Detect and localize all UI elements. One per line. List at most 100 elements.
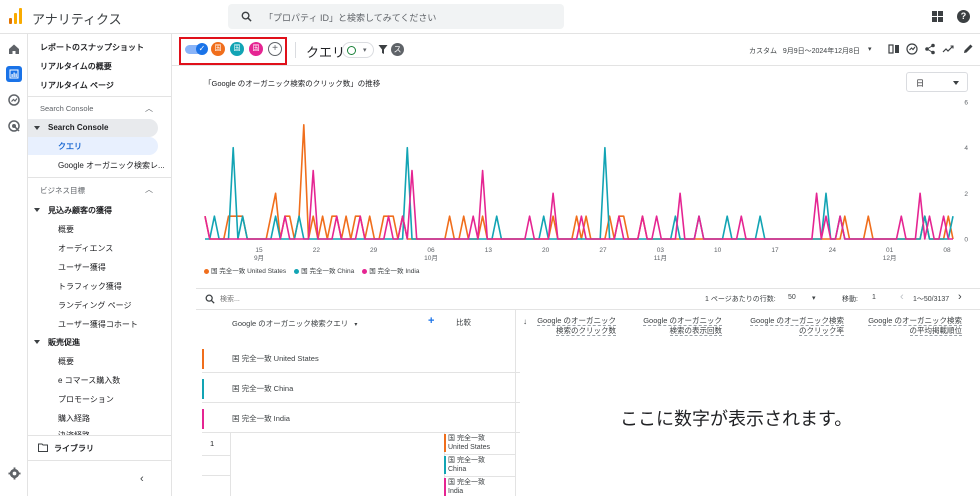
comparison-chip-china[interactable]: 国	[230, 42, 244, 56]
nav-realtime-pages[interactable]: リアルタイム ページ	[40, 80, 114, 91]
sort-descending-icon[interactable]: ↓	[523, 317, 527, 326]
nav-realtime-overview[interactable]: リアルタイムの概要	[40, 61, 112, 72]
x-tick-label: 13	[485, 247, 493, 254]
nav-selected-highlight	[28, 137, 158, 155]
comparison-chip-india[interactable]: 国	[249, 42, 263, 56]
nav-item-acquisition-cohort[interactable]: ユーザー獲得コホート	[58, 319, 138, 330]
nav-item-promotions[interactable]: プロモーション	[58, 394, 114, 405]
data-status-dropdown[interactable]: ▾	[342, 42, 374, 58]
icon-rail	[0, 34, 28, 496]
y-tick-label: 0	[964, 237, 968, 244]
top-bar: アナリティクス 「プロパティ ID」と検索してみてください ?	[0, 0, 980, 34]
search-placeholder: 「プロパティ ID」と検索してみてください	[264, 13, 437, 23]
row-segment-label: 国 完全一致 China	[444, 456, 485, 474]
add-comparison-button[interactable]: +	[268, 42, 282, 56]
search-icon	[241, 11, 252, 22]
granularity-select[interactable]: 日	[906, 72, 968, 92]
segment-color-bar	[202, 349, 204, 369]
add-dimension-button[interactable]: +	[428, 315, 434, 327]
x-tick-label: 06	[427, 247, 435, 254]
chevron-down-icon[interactable]: ▾	[812, 294, 816, 302]
nav-item-ecommerce-purchases[interactable]: e コマース購入数	[58, 375, 120, 386]
edit-pencil-icon[interactable]	[962, 43, 974, 55]
home-icon[interactable]	[6, 41, 22, 57]
nav-group-acquisition[interactable]: 見込み顧客の獲得	[48, 205, 112, 216]
advertising-icon[interactable]	[6, 118, 22, 134]
applied-filter-badge[interactable]: ス	[391, 43, 404, 56]
metric-header-impressions[interactable]: Google のオーガニック 検索の表示回数	[638, 316, 722, 336]
property-search[interactable]: 「プロパティ ID」と検索してみてください	[228, 4, 564, 29]
segment-total-row: 国 完全一致 China	[202, 373, 520, 403]
segment-label: 国 完全一致 United States	[232, 354, 319, 363]
go-to-page-input[interactable]: 1	[872, 294, 876, 301]
dimension-header-label: Google のオーガニック検索クエリ	[232, 319, 349, 328]
settings-gear-icon[interactable]	[8, 467, 21, 480]
apps-grid-icon[interactable]	[932, 11, 943, 22]
nav-item-traffic-acquisition[interactable]: トラフィック獲得	[58, 281, 122, 292]
date-range-prefix: カスタム	[749, 48, 777, 55]
expand-triangle-icon[interactable]	[34, 126, 40, 130]
legend-item[interactable]: 国 完全一致 India	[362, 265, 419, 275]
nav-item-queries[interactable]: クエリ	[58, 141, 82, 152]
nav-item-landing-page[interactable]: ランディング ページ	[58, 300, 132, 311]
nav-section-business[interactable]: ビジネス目標	[40, 185, 85, 196]
trend-icon[interactable]	[942, 43, 954, 55]
check-icon[interactable]: ✓	[196, 43, 208, 55]
expand-triangle-icon[interactable]	[34, 208, 40, 212]
expand-triangle-icon[interactable]	[34, 340, 40, 344]
explore-icon[interactable]	[6, 92, 22, 108]
reports-icon[interactable]	[6, 66, 22, 82]
x-tick-label: 24	[829, 247, 837, 254]
insights-icon[interactable]	[906, 43, 918, 55]
metric-header-clicks[interactable]: Google のオーガニック 検索のクリック数	[532, 316, 616, 336]
nav-item-sales-overview[interactable]: 概要	[58, 356, 74, 367]
rows-per-page-select[interactable]: 50	[788, 294, 796, 301]
next-page-icon[interactable]: ›	[958, 291, 962, 303]
metric-header-avg-position[interactable]: Google のオーガニック検索 の平均掲載順位	[862, 316, 962, 336]
nav-item-acq-overview[interactable]: 概要	[58, 224, 74, 235]
previous-page-icon[interactable]: ‹	[900, 291, 904, 303]
x-tick-label: 29	[370, 247, 378, 254]
nav-item-user-acquisition[interactable]: ユーザー獲得	[58, 262, 106, 273]
segment-total-row: 国 完全一致 India	[202, 403, 520, 433]
table-search-input[interactable]	[220, 292, 520, 306]
chart-legend: 国 完全一致 United States 国 完全一致 China 国 完全一致 I…	[204, 265, 427, 275]
legend-item[interactable]: 国 完全一致 China	[294, 265, 354, 275]
nav-item-purchase-journey[interactable]: 購入経路	[58, 413, 90, 424]
nav-section-search-console[interactable]: Search Console	[40, 104, 93, 113]
comparison-chip-united-states[interactable]: 国	[211, 42, 225, 56]
nav-group-search-console[interactable]: Search Console	[48, 123, 108, 132]
date-range-picker[interactable]: カスタム 9月9日～2024年12月8日	[749, 46, 860, 56]
nav-library[interactable]: ライブラリ	[54, 443, 94, 454]
segment-label: 国 完全一致 China	[232, 384, 294, 393]
nav-snapshot[interactable]: レポートのスナップショット	[40, 42, 144, 53]
chevron-up-icon[interactable]: ︿	[145, 103, 153, 114]
metric-header-ctr[interactable]: Google のオーガニック検索 のクリック率	[744, 316, 844, 336]
filter-icon[interactable]	[378, 44, 388, 55]
collapse-nav-icon[interactable]: ‹	[140, 473, 144, 485]
nav-item-organic-search-report[interactable]: Google オーガニック検索レ...	[58, 160, 165, 171]
x-tick-label: 22	[313, 247, 321, 254]
report-navigation: レポートのスナップショット リアルタイムの概要 リアルタイム ページ Searc…	[28, 34, 172, 496]
analytics-logo-icon[interactable]	[9, 8, 22, 24]
legend-label: 国 完全一致 United States	[211, 268, 287, 275]
y-tick-label: 4	[964, 145, 968, 152]
share-icon[interactable]	[924, 43, 936, 55]
nav-item-audience[interactable]: オーディエンス	[58, 243, 113, 254]
chevron-down-icon[interactable]: ▾	[868, 45, 872, 53]
compare-columns-icon[interactable]	[888, 43, 900, 55]
legend-label: 国 完全一致 China	[301, 268, 355, 275]
x-tick-label: 03	[657, 247, 665, 254]
x-tick-label: 01	[886, 247, 894, 254]
x-tick-label: 20	[542, 247, 550, 254]
row-number: 1	[210, 439, 215, 448]
help-icon[interactable]: ?	[957, 10, 970, 23]
legend-item[interactable]: 国 完全一致 United States	[204, 265, 286, 275]
check-circle-icon	[347, 46, 356, 55]
dimension-column-header[interactable]: Google のオーガニック検索クエリ ▾	[232, 318, 357, 329]
annotation-note: ここに数字が表示されます。	[620, 409, 853, 430]
chevron-up-icon[interactable]: ︿	[145, 184, 153, 195]
nav-group-sales[interactable]: 販売促進	[48, 337, 80, 348]
x-tick-label: 15	[255, 247, 263, 254]
x-tick-month-label: 10月	[424, 254, 438, 262]
